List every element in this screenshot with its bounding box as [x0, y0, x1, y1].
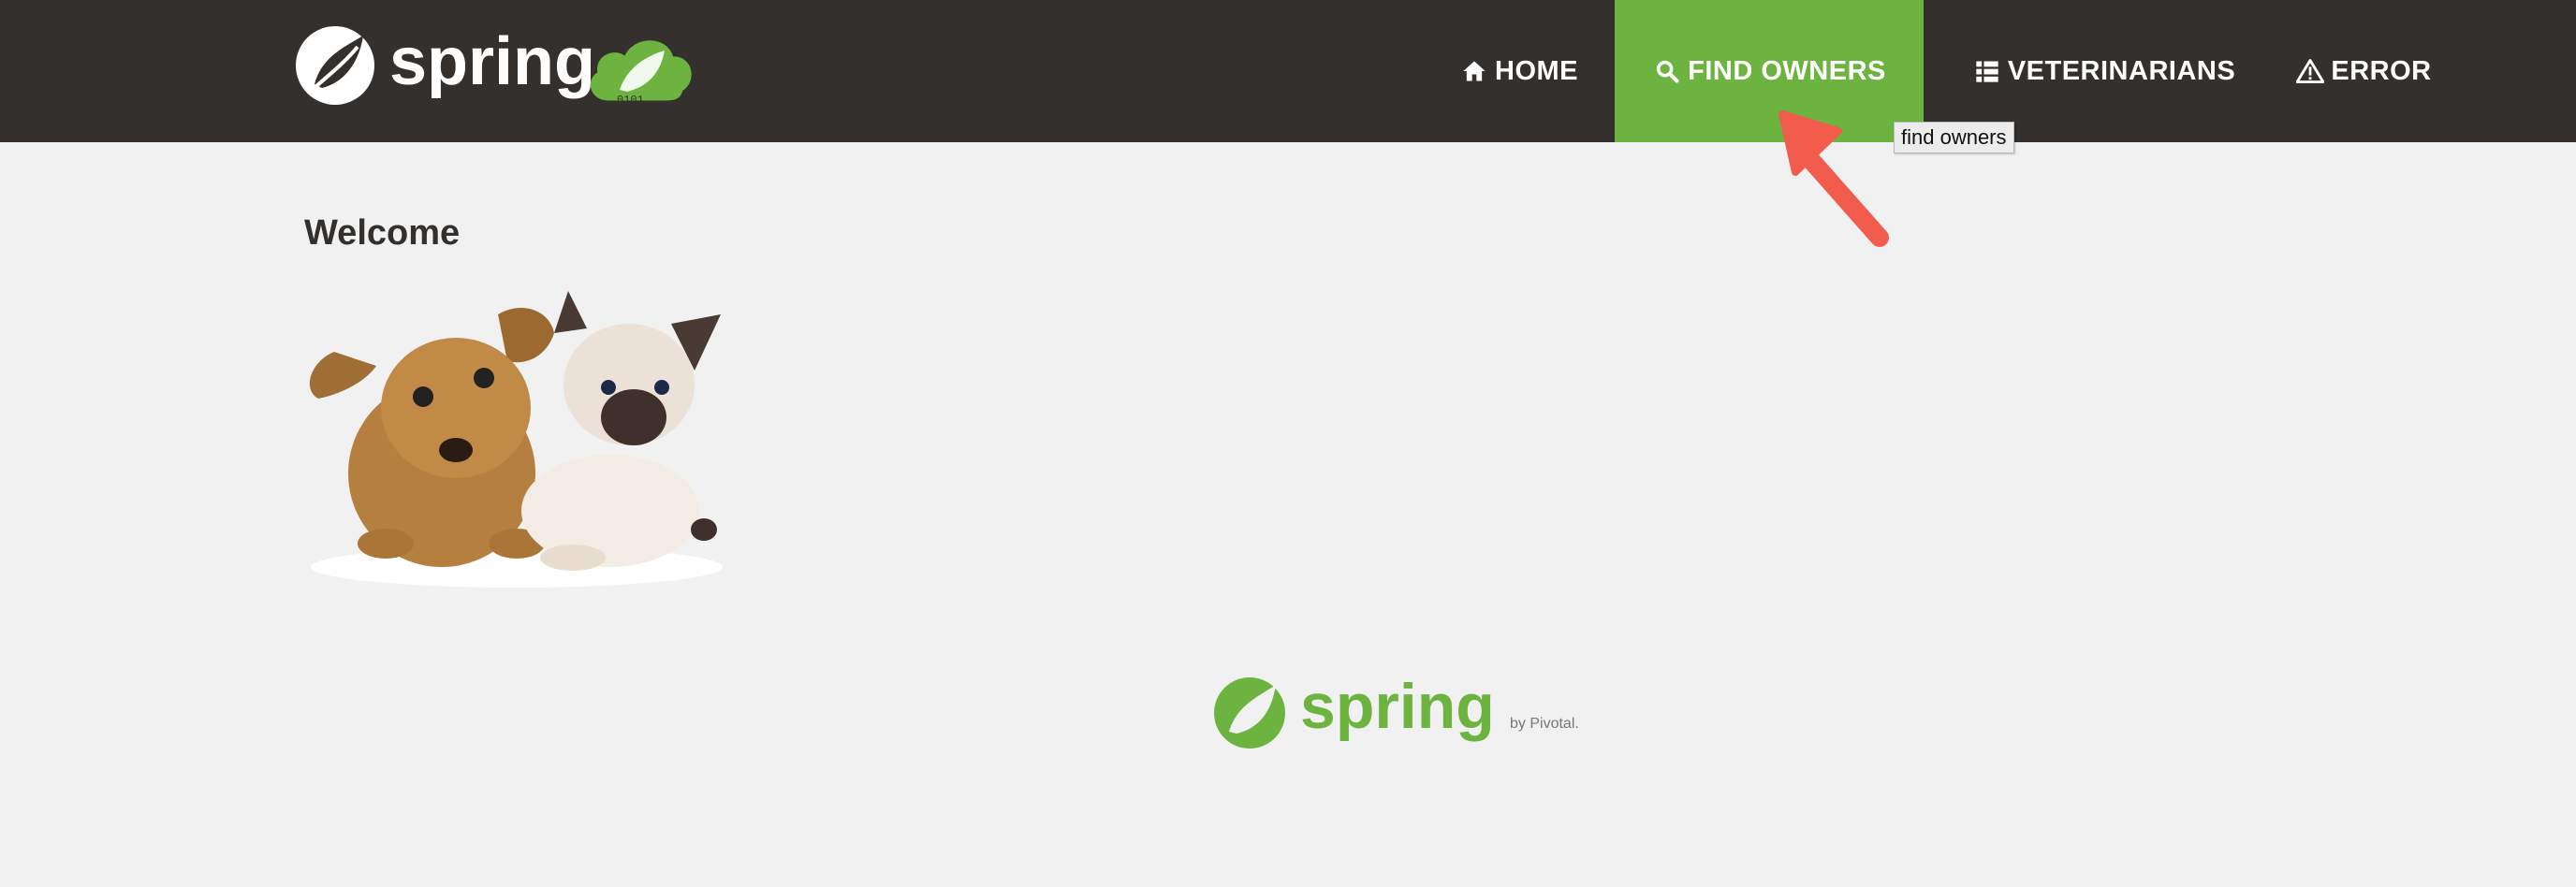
footer-byline: by Pivotal.: [1510, 716, 1579, 732]
nav-error-label: ERROR: [2331, 55, 2432, 86]
nav-home[interactable]: HOME: [1423, 0, 1615, 142]
spring-by-pivotal-logo: spring by Pivotal.: [1214, 671, 1579, 749]
puppy-illustration: [309, 307, 554, 567]
home-icon: [1459, 56, 1489, 86]
cloud-badge-icon: 0101: [590, 40, 692, 107]
svg-text:0101: 0101: [617, 94, 644, 107]
pointer-arrow-icon: [1778, 110, 1889, 247]
navbar: spring 0101 HOME FIND OWNERS VETERINARIA…: [0, 0, 2576, 142]
footer-wordmark: spring: [1300, 671, 1495, 742]
page-title: Welcome: [304, 213, 461, 253]
search-icon: [1652, 56, 1682, 86]
logo-wordmark: spring: [389, 24, 595, 99]
list-icon: [1972, 56, 2002, 86]
nav-find-owners-label: FIND OWNERS: [1688, 55, 1886, 86]
pets-image: [309, 291, 723, 588]
nav-home-label: HOME: [1495, 55, 1578, 86]
nav-veterinarians-label: VETERINARIANS: [2007, 55, 2236, 86]
warning-icon: [2295, 56, 2325, 86]
spring-petclinic-logo[interactable]: spring 0101: [294, 19, 724, 112]
find-owners-tooltip: find owners: [1894, 122, 2014, 153]
nav-error[interactable]: ERROR: [2284, 0, 2443, 142]
